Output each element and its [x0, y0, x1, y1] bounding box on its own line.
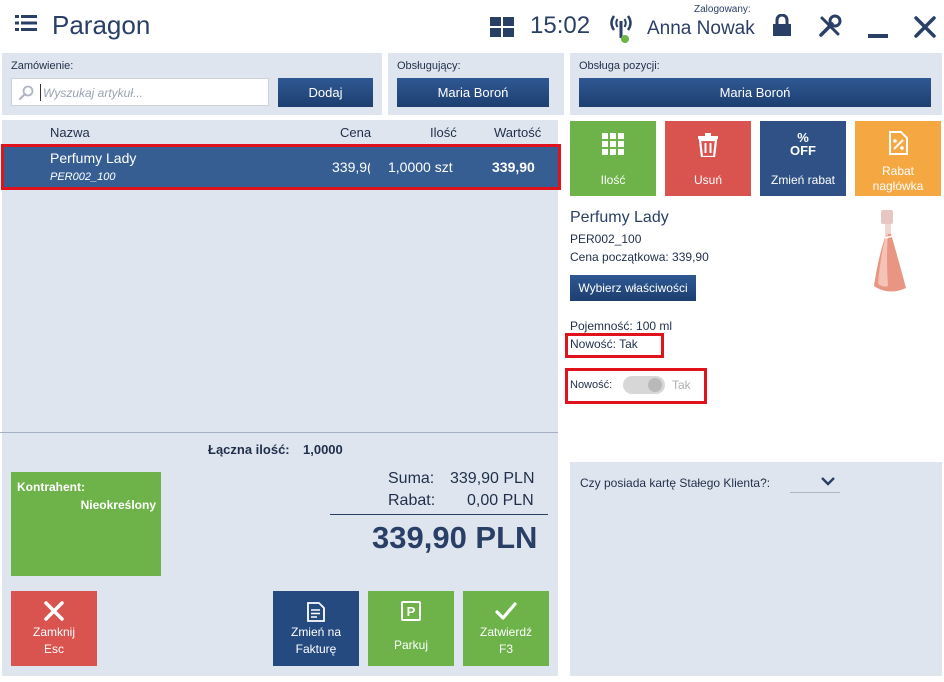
minimize-icon[interactable] — [868, 34, 888, 38]
total-amount: 339,90 PLN — [372, 520, 538, 555]
loyalty-select-underline — [790, 492, 840, 493]
close-button-shortcut: Esc — [43, 642, 64, 656]
position-service-label: Obsługa pozycji: — [579, 60, 660, 72]
summary-divider — [330, 514, 548, 515]
change-discount-tile[interactable]: % OFF Zmień rabat — [760, 121, 846, 196]
toggle-knob — [648, 378, 662, 392]
grid-icon — [570, 133, 656, 155]
close-icon[interactable] — [914, 16, 936, 38]
product-code: PER002_100 — [570, 232, 642, 246]
percent-off-icon: % OFF — [760, 131, 846, 157]
delete-tile-label: Usuń — [693, 173, 722, 187]
change-to-invoice-button[interactable]: Zmień na Fakturę — [273, 591, 359, 666]
off-text: OFF — [790, 143, 816, 158]
total-qty-value: 1,0000 — [303, 442, 343, 457]
col-header-qty: Ilość — [430, 125, 457, 140]
novelty-toggle-label: Nowość: — [570, 379, 613, 391]
row-highlight-frame — [1, 144, 561, 190]
col-header-name: Nazwa — [50, 125, 90, 140]
close-x-icon — [11, 601, 97, 621]
contractor-label: Kontrahent: — [17, 480, 85, 494]
loyalty-panel — [570, 462, 942, 676]
document-discount-icon — [855, 131, 941, 155]
contractor-value: Nieokreślony — [80, 498, 156, 512]
header-discount-label-line2: nagłówka — [872, 179, 924, 193]
served-by-button[interactable]: Maria Boroń — [397, 78, 549, 107]
confirm-button-label: Zatwierdź — [479, 625, 532, 639]
close-button-label: Zamknij — [32, 625, 75, 639]
product-image — [864, 208, 914, 298]
qty-tile[interactable]: Ilość — [570, 121, 656, 196]
search-icon — [18, 85, 34, 101]
settings-tools-icon[interactable] — [818, 14, 842, 38]
parking-letter: P — [401, 601, 421, 621]
logged-user-name[interactable]: Anna Nowak — [647, 18, 755, 40]
header-discount-label-line1: Rabat — [881, 164, 915, 178]
text-cursor — [40, 84, 41, 101]
contractor-tile[interactable]: Kontrahent: Nieokreślony — [11, 472, 161, 576]
choose-properties-button[interactable]: Wybierz właściwości — [570, 275, 696, 301]
checkmark-icon — [463, 601, 549, 621]
served-by-label: Obsługujący: — [397, 60, 461, 72]
product-name: Perfumy Lady — [570, 209, 669, 226]
product-initial-price: Cena początkowa: 339,90 — [570, 250, 709, 264]
discount-label: Rabat: — [388, 492, 436, 509]
add-button[interactable]: Dodaj — [278, 78, 373, 107]
confirm-button[interactable]: Zatwierdź F3 — [463, 591, 549, 666]
col-header-price: Cena — [340, 125, 372, 140]
novelty-highlight-frame — [565, 333, 664, 358]
header-discount-label: Rabat nagłówka — [855, 164, 941, 194]
col-header-value: Wartość — [494, 125, 542, 140]
connection-status-icon[interactable] — [608, 12, 634, 44]
park-button-label: Parkuj — [393, 638, 428, 652]
grid-view-icon[interactable] — [490, 17, 514, 37]
lock-icon[interactable] — [772, 14, 792, 36]
park-button[interactable]: P Parkuj — [368, 591, 454, 666]
search-placeholder: Wyszukaj artykuł... — [43, 86, 144, 100]
parking-icon: P — [368, 601, 454, 621]
invoice-button-label-line1: Zmień na — [290, 625, 342, 639]
close-button[interactable]: Zamknij Esc — [11, 591, 97, 666]
search-input[interactable]: Wyszukaj artykuł... — [11, 78, 269, 106]
logged-in-label: Zalogowany: — [694, 4, 751, 15]
clock: 15:02 — [530, 12, 591, 39]
table-divider — [0, 432, 558, 433]
position-service-button[interactable]: Maria Boroń — [579, 78, 931, 107]
trash-icon — [665, 133, 751, 157]
qty-tile-label: Ilość — [600, 173, 626, 187]
invoice-button-label-line2: Fakturę — [295, 642, 337, 656]
sum-label: Suma: — [388, 470, 435, 487]
novelty-toggle-value: Tak — [672, 378, 691, 392]
discount-value: 0,00 PLN — [467, 492, 534, 509]
novelty-toggle[interactable] — [623, 376, 665, 394]
total-qty-label: Łączna ilość: — [208, 442, 290, 457]
invoice-icon — [273, 601, 359, 623]
menu-icon[interactable] — [15, 14, 37, 32]
loyalty-question: Czy posiada kartę Stałego Klienta?: — [580, 476, 771, 490]
change-discount-label: Zmień rabat — [770, 173, 836, 187]
confirm-button-shortcut: F3 — [498, 642, 513, 656]
header-discount-tile[interactable]: Rabat nagłówka — [855, 121, 941, 196]
product-capacity: Pojemność: 100 ml — [570, 319, 673, 333]
delete-tile[interactable]: Usuń — [665, 121, 751, 196]
order-label: Zamówienie: — [11, 60, 74, 72]
chevron-down-icon[interactable] — [820, 476, 836, 486]
sum-value: 339,90 PLN — [450, 470, 535, 487]
app-title: Paragon — [52, 10, 151, 40]
